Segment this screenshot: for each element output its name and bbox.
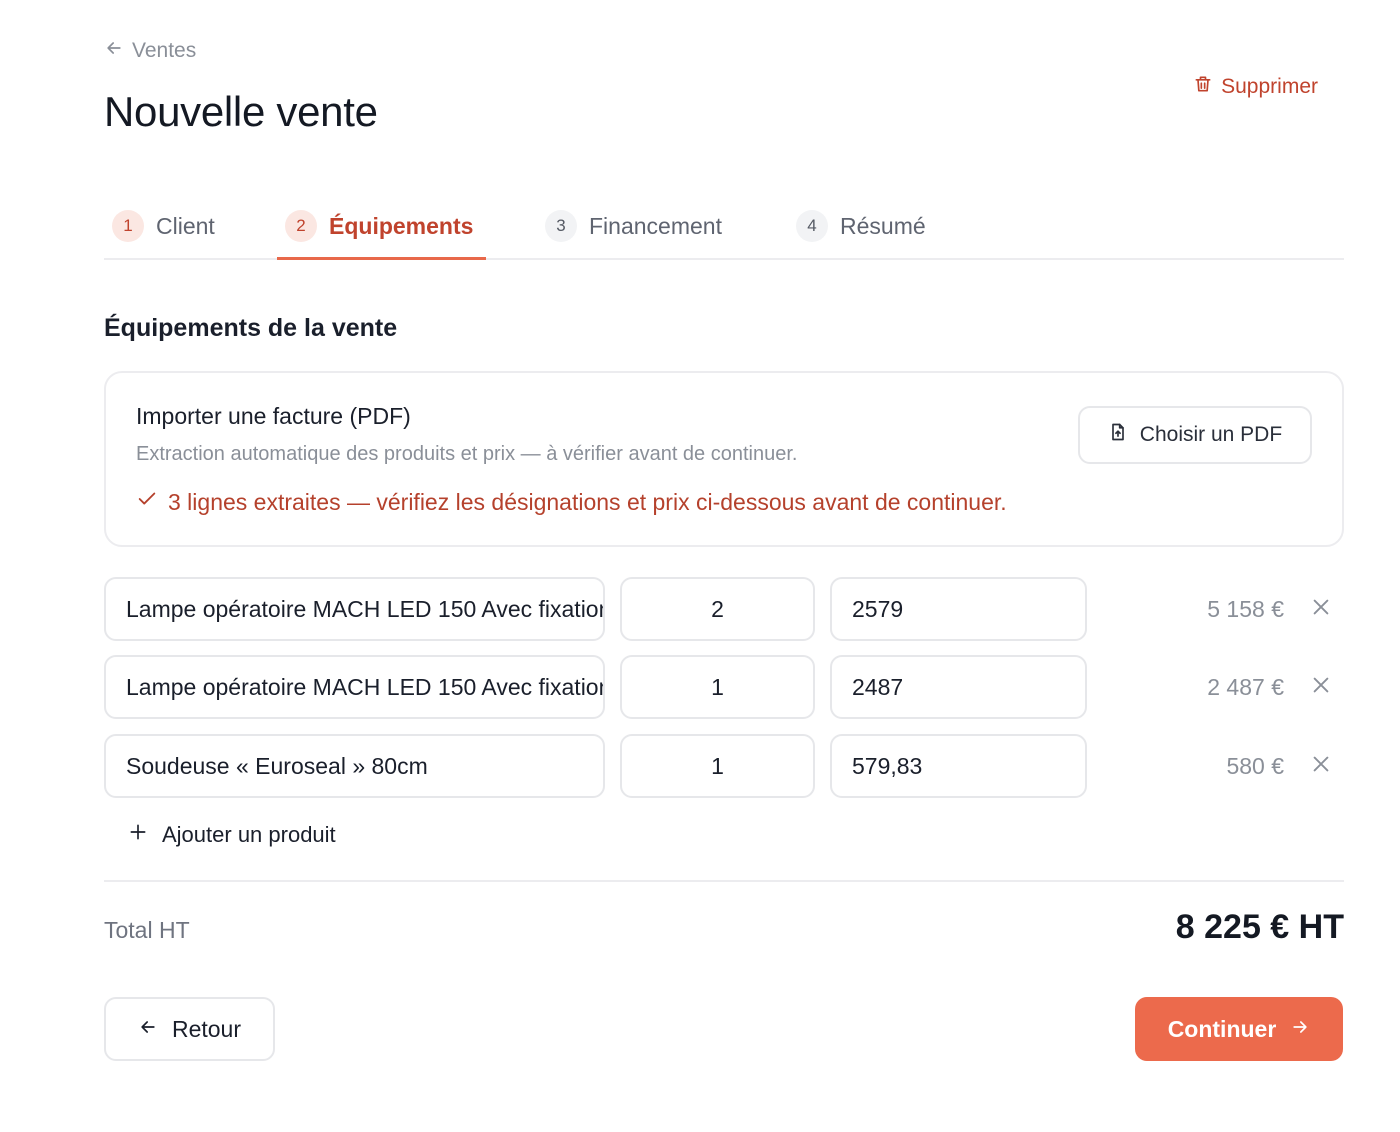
designation-input[interactable]: Lampe opératoire MACH LED 150 Avec fixat… [104,577,605,641]
delete-button-label: Supprimer [1221,75,1318,98]
back-button-label: Retour [171,1015,242,1042]
import-subtitle: Extraction automatique des produits et p… [136,443,798,465]
active-tab-indicator [277,257,486,260]
stepper-tabs: 1 Client 2 Équipements 3 Financement 4 R… [104,192,1344,260]
arrow-right-icon [1290,1016,1310,1043]
designation-input[interactable]: Soudeuse « Euroseal » 80cm [104,734,605,798]
quantity-input[interactable]: 2 [620,577,815,641]
product-line: Lampe opératoire MACH LED 150 Avec fixat… [104,655,1344,719]
add-product-button[interactable]: Ajouter un produit [128,822,336,848]
close-icon [1310,596,1332,623]
trash-icon [1193,74,1213,100]
check-icon [136,488,158,516]
import-status: 3 lignes extraites — vérifiez les désign… [136,488,1007,516]
unit-price-input[interactable]: 2579 [830,577,1087,641]
line-total: 5 158 € [1207,595,1284,622]
product-line: Lampe opératoire MACH LED 150 Avec fixat… [104,577,1344,641]
total-value: 8 225 € HT [1175,908,1344,946]
close-icon [1310,674,1332,701]
back-button[interactable]: Retour [104,997,275,1061]
quantity-input[interactable]: 1 [620,734,815,798]
step-number: 4 [796,210,828,242]
total-label: Total HT [104,917,190,943]
import-title: Importer une facture (PDF) [136,403,411,429]
tab-label: Financement [589,212,722,239]
arrow-left-icon [138,1016,158,1043]
unit-price-input[interactable]: 579,83 [830,734,1087,798]
remove-line-button[interactable] [1306,672,1336,702]
choose-pdf-button[interactable]: Choisir un PDF [1078,406,1312,464]
tab-label: Équipements [329,212,474,239]
tab-financement[interactable]: 3 Financement [545,192,722,260]
line-total: 2 487 € [1207,673,1284,700]
quantity-input[interactable]: 1 [620,655,815,719]
tab-equipements[interactable]: 2 Équipements [285,192,473,260]
step-number: 3 [545,210,577,242]
tab-client[interactable]: 1 Client [112,192,215,260]
back-to-ventes-link[interactable]: Ventes [104,38,196,64]
file-upload-icon [1108,422,1128,448]
remove-line-button[interactable] [1306,751,1336,781]
tab-resume[interactable]: 4 Résumé [796,192,926,260]
divider [104,880,1344,882]
continue-button-label: Continuer [1167,1015,1277,1042]
tab-label: Résumé [840,212,926,239]
back-link-label: Ventes [132,39,197,62]
import-invoice-card: Importer une facture (PDF) Extraction au… [104,371,1344,547]
remove-line-button[interactable] [1306,594,1336,624]
close-icon [1310,753,1332,780]
tab-label: Client [156,212,215,239]
designation-input[interactable]: Lampe opératoire MACH LED 150 Avec fixat… [104,655,605,719]
product-line: Soudeuse « Euroseal » 80cm 1 579,83 580 … [104,734,1344,798]
unit-price-input[interactable]: 2487 [830,655,1087,719]
line-total: 580 € [1226,752,1284,779]
step-number: 1 [112,210,144,242]
section-title: Équipements de la vente [104,314,398,342]
step-number: 2 [285,210,317,242]
choose-pdf-label: Choisir un PDF [1139,423,1283,446]
arrow-left-icon [104,38,124,64]
import-status-text: 3 lignes extraites — vérifiez les désign… [168,488,1007,515]
page-title: Nouvelle vente [104,88,378,135]
delete-button[interactable]: Supprimer [1193,74,1318,100]
continue-button[interactable]: Continuer [1135,997,1343,1061]
plus-icon [128,822,148,848]
add-product-label: Ajouter un produit [162,822,336,847]
